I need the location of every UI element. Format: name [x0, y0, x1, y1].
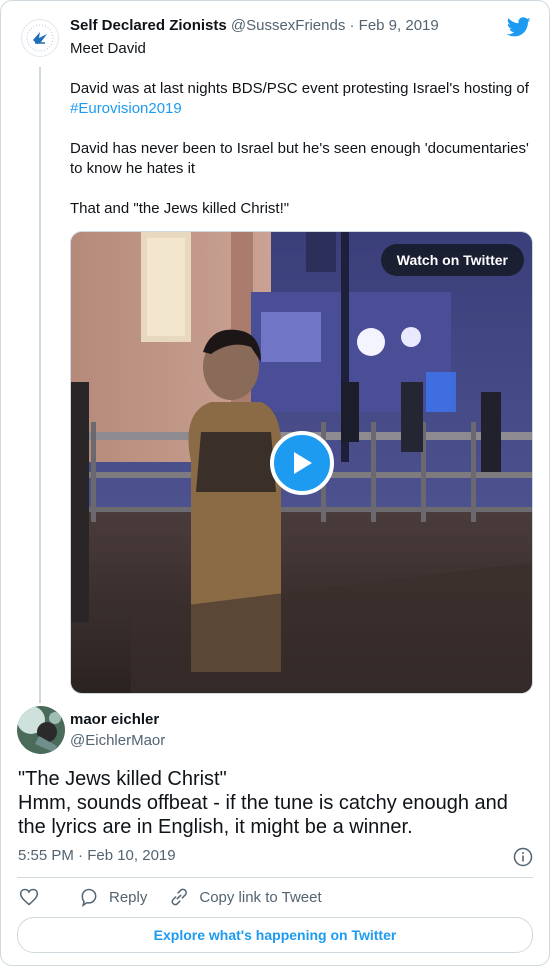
actions-divider [17, 877, 533, 878]
reply-label: Reply [109, 888, 148, 906]
tweet-date[interactable]: Feb 9, 2019 [359, 17, 439, 34]
like-button[interactable] [19, 887, 49, 907]
reply-author-handle[interactable]: @EichlerMaor [70, 732, 165, 749]
tweet-line-2: David was at last nights BDS/PSC event p… [70, 80, 529, 97]
reply-bubble-icon [81, 888, 97, 907]
reply-button[interactable]: Reply [79, 887, 147, 907]
tweet-line-1: Meet David [70, 40, 146, 57]
author-name[interactable]: Self Declared Zionists [70, 17, 227, 34]
watch-on-twitter-button[interactable]: Watch on Twitter [380, 244, 524, 276]
tweet-line-4: That and "the Jews killed Christ!" [70, 200, 290, 217]
thread-connector-line [39, 67, 41, 703]
video-thumbnail[interactable]: Watch on Twitter [70, 231, 533, 694]
reply-author-name[interactable]: maor eichler [70, 711, 159, 728]
reply-tweet-text: "The Jews killed Christ" Hmm, sounds off… [18, 767, 528, 839]
copy-link-label: Copy link to Tweet [199, 888, 322, 906]
reply-timestamp[interactable]: 5:55 PM · Feb 10, 2019 [18, 847, 176, 864]
reply-line-1: "The Jews killed Christ" [18, 768, 227, 790]
info-icon[interactable] [513, 847, 533, 867]
maor-eichler-avatar[interactable] [17, 706, 65, 754]
play-button[interactable] [270, 431, 334, 495]
link-icon [171, 888, 188, 906]
explore-twitter-button[interactable]: Explore what's happening on Twitter [17, 917, 533, 953]
play-icon [294, 452, 312, 474]
copy-link-button[interactable]: Copy link to Tweet [169, 887, 322, 907]
author-handle[interactable]: @SussexFriends [231, 17, 345, 34]
parent-tweet-text: Meet David David was at last nights BDS/… [70, 39, 535, 239]
avatar-photo [17, 706, 65, 754]
self-declared-zionists-avatar[interactable] [21, 19, 59, 57]
tweet-line-3: David has never been to Israel but he's … [70, 140, 529, 177]
tweet-actions: Reply Copy link to Tweet [19, 887, 344, 907]
parent-tweet-header: Self Declared Zionists @SussexFriends · … [70, 17, 439, 34]
reply-line-2: Hmm, sounds offbeat - if the tune is cat… [18, 792, 508, 838]
hashtag-link[interactable]: #Eurovision2019 [70, 100, 182, 117]
heart-icon [19, 888, 39, 906]
embedded-tweet-card: Self Declared Zionists @SussexFriends · … [0, 0, 550, 966]
dove-logo-icon [26, 24, 54, 52]
twitter-bird-icon[interactable] [507, 15, 531, 39]
